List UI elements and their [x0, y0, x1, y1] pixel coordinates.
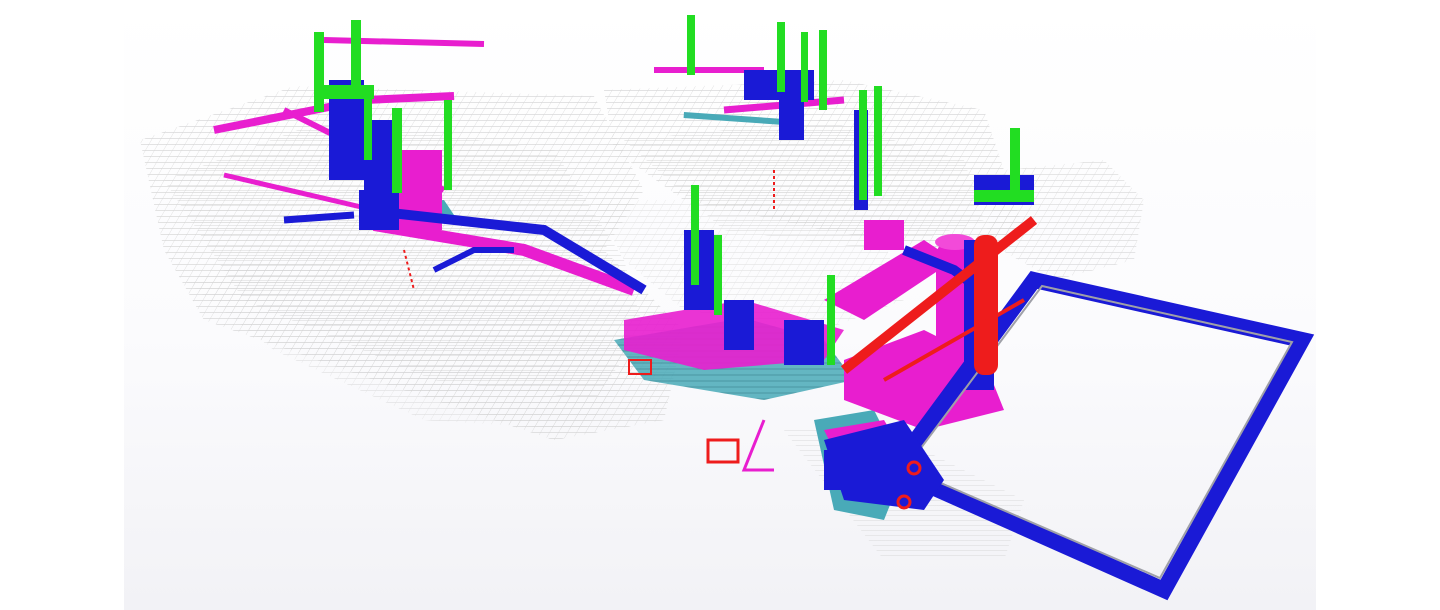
bim-3d-viewport[interactable]	[124, 0, 1316, 610]
mep-model-canvas[interactable]	[124, 0, 1316, 610]
screenshot-frame	[0, 0, 1440, 610]
